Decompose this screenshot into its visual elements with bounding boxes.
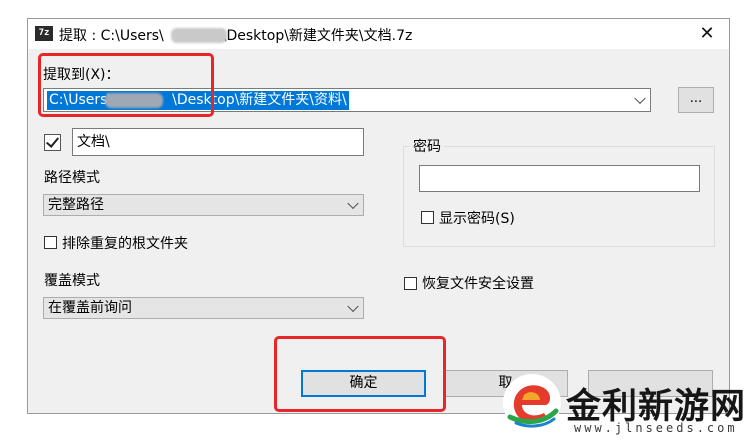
path-mode-value: 完整路径 [48,197,104,213]
browse-button[interactable]: ... [678,87,714,113]
subfolder-name-input[interactable]: 文档\ [72,128,364,156]
eliminate-root-label: 排除重复的根文件夹 [62,236,188,252]
chevron-down-icon[interactable] [347,300,359,313]
highlight-extract-to [38,53,214,117]
7zip-app-icon: 7z [35,26,53,41]
window-title: 提取 : C:\Users\ \Desktop\新建文件夹\文档.7z [59,25,412,45]
path-mode-label: 路径模式 [44,170,100,186]
redacted-username [171,28,227,43]
chevron-down-icon[interactable] [634,92,646,105]
watermark-url: www.jlnseeds.com [574,421,738,435]
overwrite-mode-label: 覆盖模式 [44,273,100,289]
overwrite-mode-select[interactable]: 在覆盖前询问 [43,297,364,319]
title-prefix: 提取 : C:\Users\ [59,28,164,44]
overwrite-mode-value: 在覆盖前询问 [48,300,132,316]
subfolder-checkbox[interactable] [44,134,61,151]
chevron-down-icon[interactable] [347,197,359,210]
watermark-logo-icon [503,374,561,432]
path-mode-select[interactable]: 完整路径 [43,194,364,216]
show-password-label: 显示密码(S) [439,211,515,227]
close-button[interactable]: ✕ [685,19,729,49]
show-password-checkbox[interactable] [421,211,434,224]
eliminate-root-checkbox[interactable] [44,236,57,249]
highlight-ok-button [274,336,446,412]
restore-security-label: 恢复文件安全设置 [422,276,534,292]
title-bar: 7z 提取 : C:\Users\ \Desktop\新建文件夹\文档.7z ✕ [28,19,729,49]
password-input[interactable] [419,165,700,192]
title-suffix: \Desktop\新建文件夹\文档.7z [221,28,413,44]
password-groupbox [403,146,715,247]
password-group-label: 密码 [410,136,444,156]
restore-security-checkbox[interactable] [404,277,417,290]
checkmark-icon [45,134,60,148]
